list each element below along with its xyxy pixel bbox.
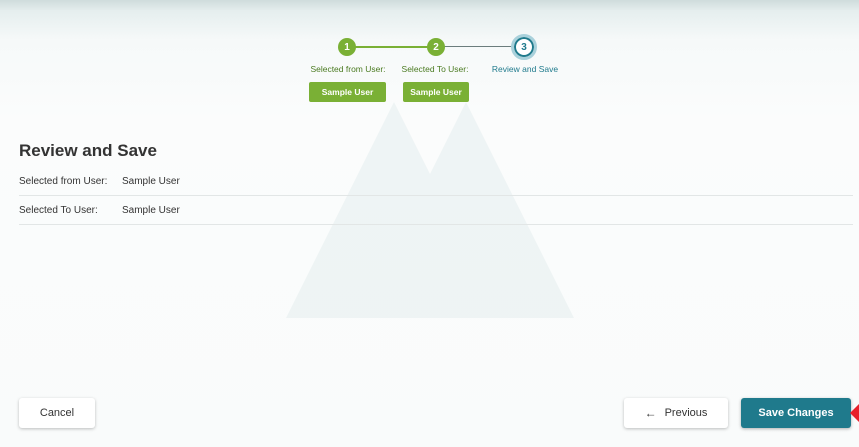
save-button-label: Save Changes <box>758 407 834 419</box>
step-connector-2 <box>444 46 514 47</box>
step-1-label: Selected from User: <box>310 64 386 74</box>
step-2-value-chip: Sample User <box>403 82 469 102</box>
arrow-left-icon: ← <box>644 406 657 420</box>
review-row-value: Sample User <box>122 205 180 216</box>
review-row-value: Sample User <box>122 176 180 187</box>
previous-button-label: Previous <box>664 407 708 419</box>
page-background: 1 2 3 Selected from User: Selected To Us… <box>0 0 859 447</box>
step-3-indicator: 3 <box>511 34 537 60</box>
review-row-from-user: Selected from User: Sample User <box>19 168 853 196</box>
review-row-label: Selected from User: <box>19 176 108 187</box>
review-row-to-user: Selected To User: Sample User <box>19 197 853 225</box>
step-connector-1 <box>354 46 429 48</box>
step-1-value-chip: Sample User <box>309 82 386 102</box>
review-row-label: Selected To User: <box>19 205 98 216</box>
top-bar <box>0 0 859 10</box>
step-1-indicator: 1 <box>338 38 356 56</box>
step-2-label: Selected To User: <box>401 64 469 74</box>
previous-button[interactable]: ← Previous <box>624 398 728 428</box>
pointer-arrow-icon <box>850 403 859 423</box>
step-2-indicator: 2 <box>427 38 445 56</box>
step-3-label: Review and Save <box>491 64 559 74</box>
save-changes-button[interactable]: Save Changes <box>741 398 851 428</box>
page-title: Review and Save <box>19 141 157 160</box>
cancel-button[interactable]: Cancel <box>19 398 95 428</box>
wizard-stepper: 1 2 3 Selected from User: Selected To Us… <box>0 34 859 114</box>
cancel-button-label: Cancel <box>39 407 75 419</box>
